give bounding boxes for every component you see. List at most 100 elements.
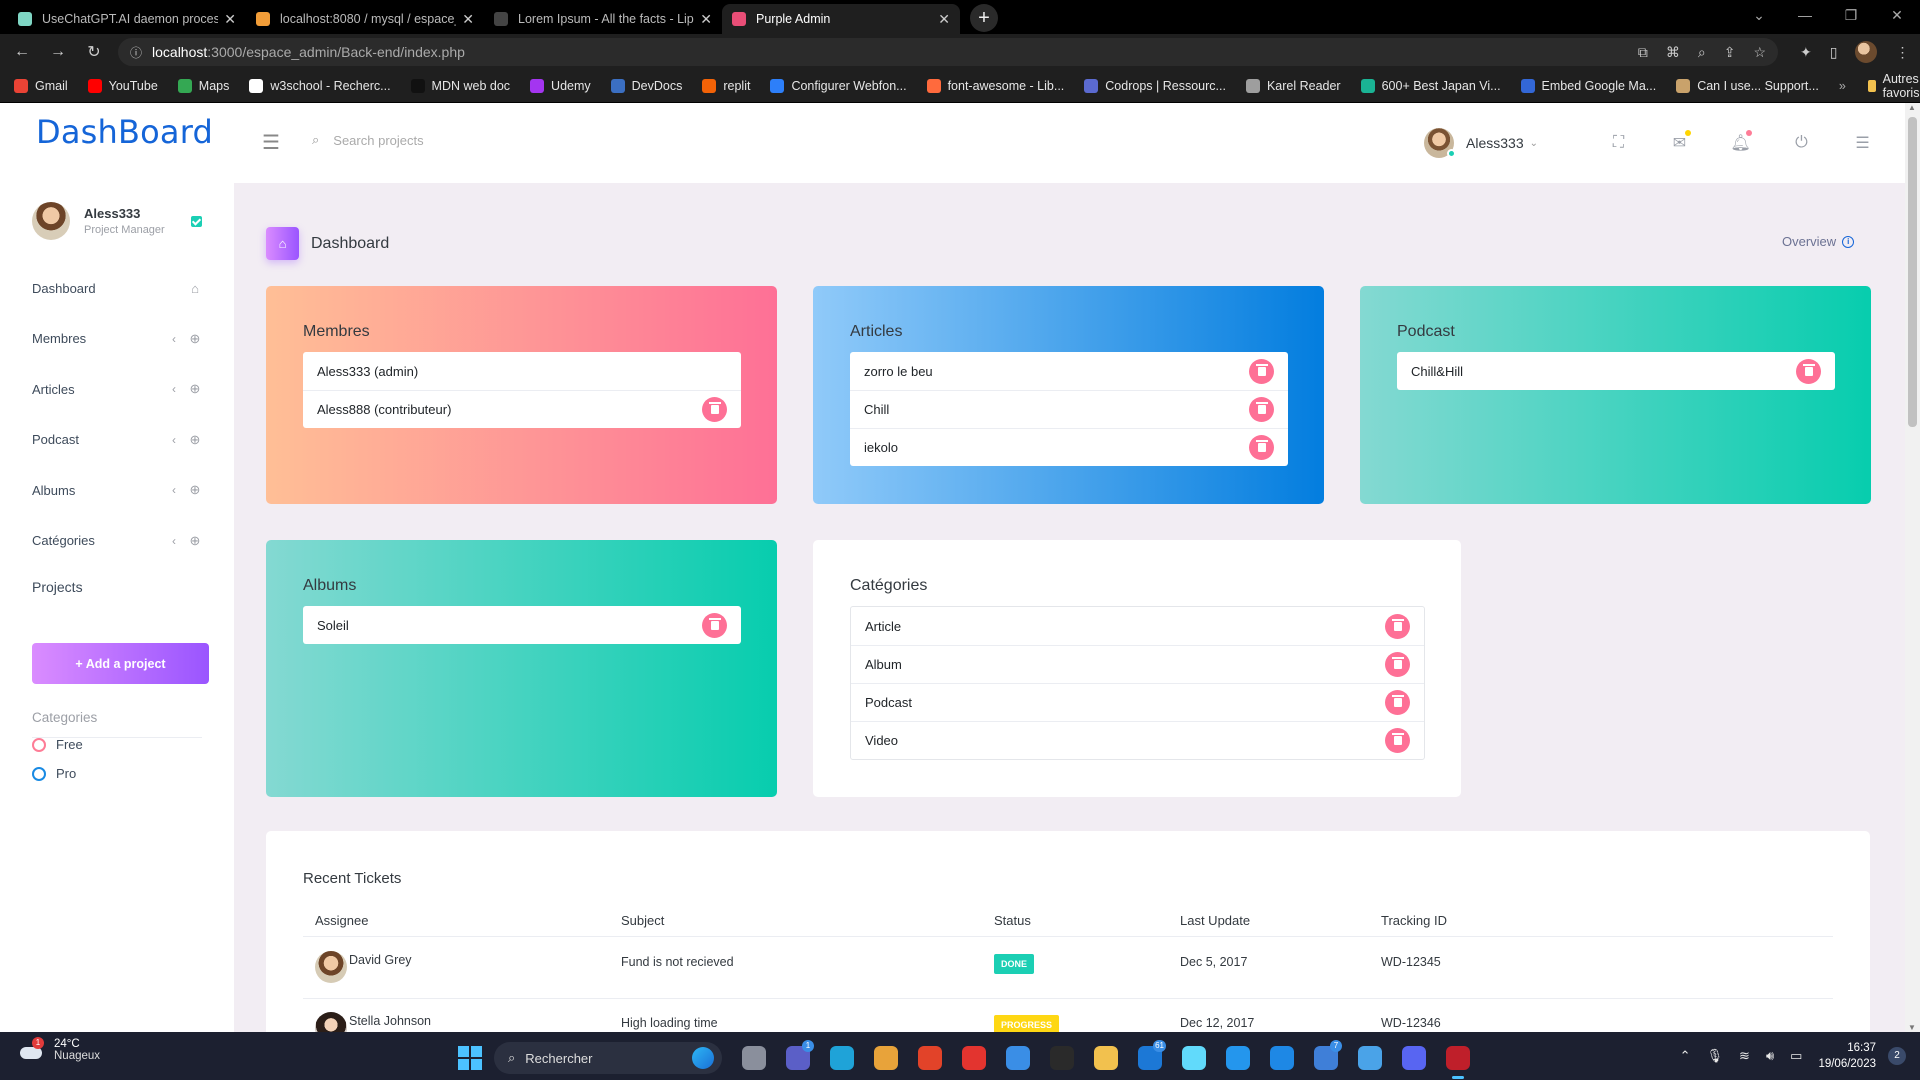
sidebar-item-categories[interactable]: Catégories ‹ ⊕ — [0, 516, 234, 567]
sidebar-item-membres[interactable]: Membres ‹ ⊕ — [0, 314, 234, 365]
todo-icon[interactable]: 7 — [1308, 1040, 1344, 1076]
wifi-icon[interactable]: ≋ — [1739, 1048, 1750, 1064]
scroll-down-icon[interactable]: ▼ — [1908, 1023, 1916, 1032]
site-info-icon[interactable]: ⓘ — [130, 44, 142, 61]
camera-icon[interactable] — [1044, 1040, 1080, 1076]
task-view-icon[interactable] — [736, 1040, 772, 1076]
bookmark-item[interactable]: Can I use... Support... — [1676, 79, 1819, 93]
delete-button[interactable] — [1249, 435, 1274, 460]
sidebar-item-dashboard[interactable]: Dashboard ⌂ — [0, 263, 234, 314]
discord-icon[interactable] — [1396, 1040, 1432, 1076]
browser-tab[interactable]: Purple Admin ✕ — [722, 4, 960, 34]
bookmark-item[interactable]: MDN web doc — [410, 79, 510, 93]
battery-icon[interactable]: ▭ — [1790, 1048, 1802, 1064]
minimize-button[interactable]: — — [1782, 0, 1828, 30]
chrome-icon[interactable] — [868, 1040, 904, 1076]
bookmark-item[interactable]: Codrops | Ressourc... — [1084, 79, 1226, 93]
open-in-icon[interactable]: ⧉ — [1638, 44, 1648, 61]
bookmark-item[interactable]: font-awesome - Lib... — [926, 79, 1064, 93]
user-dropdown[interactable]: Aless333 ⌄ — [1424, 128, 1538, 158]
delete-button[interactable] — [1385, 690, 1410, 715]
bookmark-item[interactable]: Karel Reader — [1245, 79, 1341, 93]
close-window-button[interactable]: ✕ — [1874, 0, 1920, 30]
list-icon[interactable]: ☰ — [1832, 133, 1893, 153]
forward-icon[interactable]: → — [44, 43, 72, 61]
profile-avatar[interactable] — [1855, 41, 1878, 63]
zoom-icon[interactable]: ⌕ — [1698, 44, 1706, 61]
bookmark-star-icon[interactable]: ☆ — [1753, 44, 1766, 61]
microphone-icon[interactable]: 🎙︎ — [1707, 1048, 1724, 1064]
browser-tab[interactable]: localhost:8080 / mysql / espace_ ✕ — [246, 4, 484, 34]
overview-link[interactable]: Overview i — [1782, 234, 1855, 249]
browser-tab[interactable]: Lorem Ipsum - All the facts - Lip ✕ — [484, 4, 722, 34]
delete-button[interactable] — [1249, 397, 1274, 422]
menu-toggle-icon[interactable]: ☰ — [262, 130, 280, 155]
scroll-up-icon[interactable]: ▲ — [1908, 103, 1916, 112]
close-icon[interactable]: ✕ — [224, 11, 236, 28]
sidebar-item-podcast[interactable]: Podcast ‹ ⊕ — [0, 415, 234, 466]
explorer-icon[interactable] — [1088, 1040, 1124, 1076]
bookmark-item[interactable]: Configurer Webfon... — [770, 79, 907, 93]
weather-widget[interactable]: 1 24°C Nuageux — [18, 1037, 100, 1062]
close-icon[interactable]: ✕ — [938, 11, 950, 28]
search-bar[interactable]: ⌕ Search projects — [312, 132, 424, 148]
power-icon[interactable]: ⏻ — [1771, 134, 1832, 152]
volume-icon[interactable]: 🔊︎ — [1766, 1048, 1774, 1064]
page-scrollbar[interactable]: ▲ ▼ — [1905, 103, 1920, 1032]
url-input[interactable]: ⓘ localhost:3000/espace_admin/Back-end/i… — [118, 38, 1778, 66]
delete-button[interactable] — [1796, 358, 1821, 384]
delete-button[interactable] — [1385, 652, 1410, 677]
react-icon[interactable] — [1176, 1040, 1212, 1076]
delete-button[interactable] — [702, 612, 727, 638]
taskbar-search[interactable]: ⌕ Rechercher — [494, 1042, 722, 1074]
category-radio-pro[interactable]: Pro — [32, 766, 76, 781]
table-row[interactable]: David Grey Fund is not recieved DONE Dec 5,… — [303, 938, 1833, 999]
mail-icon[interactable]: ✉ — [1649, 130, 1710, 153]
add-project-button[interactable]: + Add a project — [32, 643, 209, 684]
back-icon[interactable]: ← — [8, 43, 36, 61]
translate-icon[interactable]: ⌘ — [1666, 44, 1680, 61]
new-tab-button[interactable]: + — [970, 4, 998, 32]
sidebar-profile[interactable]: Aless333 Project Manager — [32, 201, 202, 241]
filezilla-icon[interactable] — [1440, 1040, 1476, 1079]
more-bookmarks-icon[interactable]: » — [1839, 79, 1846, 93]
menu-kebab-icon[interactable]: ⋮ — [1895, 44, 1909, 61]
git-icon[interactable] — [912, 1040, 948, 1076]
sidebar-item-articles[interactable]: Articles ‹ ⊕ — [0, 364, 234, 415]
bing-icon[interactable] — [692, 1047, 714, 1069]
vscode-icon[interactable] — [1264, 1040, 1300, 1076]
fullscreen-icon[interactable]: ⛶ — [1588, 134, 1649, 152]
side-panel-icon[interactable]: ▯ — [1830, 44, 1838, 61]
delete-button[interactable] — [702, 397, 727, 422]
delete-button[interactable] — [1385, 728, 1410, 753]
delete-button[interactable] — [1385, 613, 1410, 639]
search-input[interactable]: Search projects — [333, 133, 423, 148]
close-icon[interactable]: ✕ — [462, 11, 474, 28]
close-icon[interactable]: ✕ — [700, 11, 712, 28]
bookmark-item[interactable]: Udemy — [530, 79, 591, 93]
bookmark-item[interactable]: Maps — [177, 79, 229, 93]
scrollbar-thumb[interactable] — [1908, 117, 1917, 427]
chevron-up-icon[interactable]: ⌃ — [1680, 1048, 1691, 1064]
bookmark-item[interactable]: replit — [702, 79, 750, 93]
bookmark-item[interactable]: DevDocs — [610, 79, 682, 93]
bookmark-item[interactable]: w3school - Recherc... — [249, 79, 391, 93]
delete-button[interactable] — [1249, 358, 1274, 384]
reload-icon[interactable]: ↻ — [80, 42, 108, 62]
brand-logo[interactable]: DashBoard — [36, 113, 213, 151]
sidebar-item-albums[interactable]: Albums ‹ ⊕ — [0, 465, 234, 516]
notification-badge[interactable]: 2 — [1888, 1047, 1906, 1065]
docker-desktop-icon[interactable] — [1352, 1040, 1388, 1076]
bell-icon[interactable]: 🔔︎ — [1710, 130, 1771, 153]
windows-start-icon[interactable] — [458, 1046, 482, 1070]
tab-search-icon[interactable]: ⌄ — [1736, 0, 1782, 30]
bookmark-item[interactable]: Embed Google Ma... — [1520, 79, 1656, 93]
chat-icon[interactable] — [1000, 1040, 1036, 1076]
table-row[interactable]: Stella Johnson High loading time PROGRESS D… — [303, 999, 1833, 1032]
extensions-icon[interactable]: ✦ — [1800, 44, 1812, 61]
teams-icon[interactable]: 1 — [780, 1040, 816, 1076]
docker-icon[interactable] — [1220, 1040, 1256, 1076]
bookmark-item[interactable]: Gmail — [14, 79, 68, 93]
bookmark-item[interactable]: YouTube — [87, 79, 158, 93]
edge-icon[interactable] — [824, 1040, 860, 1076]
